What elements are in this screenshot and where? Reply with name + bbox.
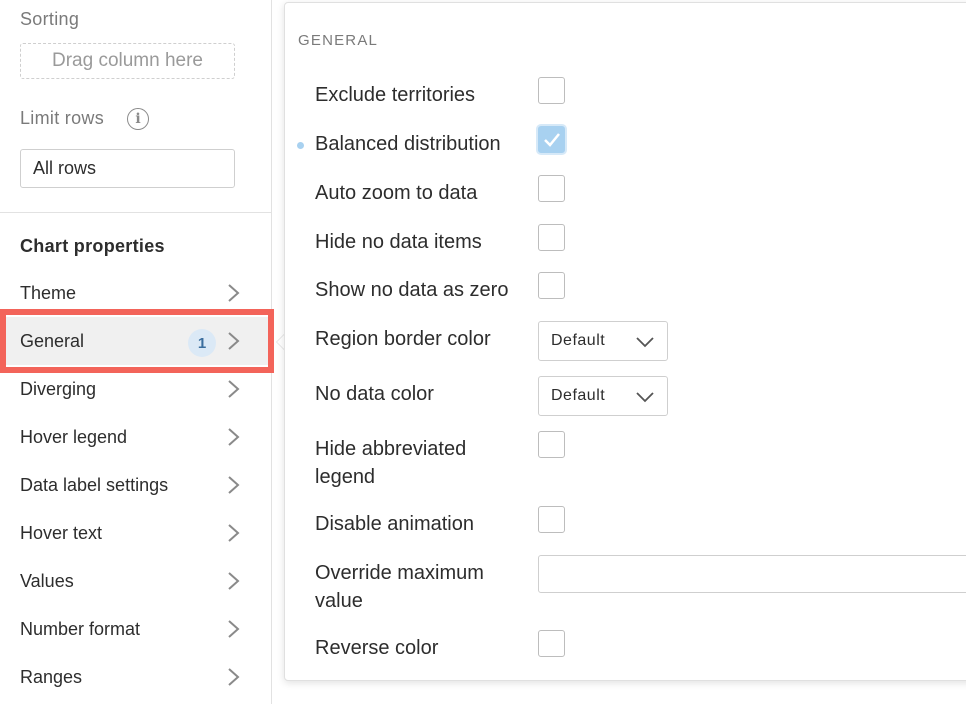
sidebar-item-label: Hover legend xyxy=(20,426,128,447)
chevron-right-icon xyxy=(228,332,240,350)
show-no-data-zero-checkbox[interactable] xyxy=(538,272,565,299)
sidebar-item-label: Number format xyxy=(20,618,141,639)
limit-rows-value: All rows xyxy=(33,158,97,178)
sidebar-item-label: Hover text xyxy=(20,522,103,543)
balanced-distribution-label: Balanced distribution xyxy=(315,133,501,155)
dropdown-value: Default xyxy=(551,387,606,404)
sorting-placeholder: Drag column here xyxy=(51,50,204,71)
hide-abbreviated-legend-label: Hide abbreviated legend xyxy=(315,438,467,488)
sidebar-item-label: Ranges xyxy=(20,666,83,687)
chevron-right-icon xyxy=(228,284,240,302)
auto-zoom-label: Auto zoom to data xyxy=(315,182,478,204)
auto-zoom-checkbox[interactable] xyxy=(538,175,565,202)
no-data-color-dropdown[interactable]: Default xyxy=(538,376,668,416)
sidebar-item-label: Data label settings xyxy=(20,474,169,495)
sorting-title: Sorting xyxy=(20,9,80,29)
chevron-right-icon xyxy=(228,524,240,542)
chevron-right-icon xyxy=(228,620,240,638)
sidebar-item-label: Theme xyxy=(20,282,77,303)
chevron-right-icon xyxy=(228,380,240,398)
modified-indicator xyxy=(297,142,304,149)
sidebar-item-label: Diverging xyxy=(20,378,97,399)
chevron-right-icon xyxy=(228,572,240,590)
hide-no-data-checkbox[interactable] xyxy=(538,224,565,251)
sidebar-item-number-format[interactable]: Number format xyxy=(0,605,271,653)
disable-animation-label: Disable animation xyxy=(315,513,474,535)
reverse-color-label: Reverse color xyxy=(315,637,439,659)
hide-abbreviated-legend-checkbox[interactable] xyxy=(538,431,565,458)
exclude-territories-checkbox[interactable] xyxy=(538,77,565,104)
show-no-data-zero-label: Show no data as zero xyxy=(315,279,509,301)
chevron-right-icon xyxy=(228,476,240,494)
sidebar-item-hover-text[interactable]: Hover text xyxy=(0,509,271,557)
sidebar-item-label: Values xyxy=(20,570,74,591)
limit-rows-select[interactable]: All rows xyxy=(20,149,235,188)
sidebar-item-ranges[interactable]: Ranges xyxy=(0,653,271,701)
sidebar-item-general[interactable]: General 1 xyxy=(0,317,271,365)
disable-animation-checkbox[interactable] xyxy=(538,506,565,533)
region-border-color-label: Region border color xyxy=(315,328,491,350)
dropdown-value: Default xyxy=(551,332,606,349)
balanced-distribution-checkbox[interactable] xyxy=(538,126,565,153)
sidebar-item-diverging[interactable]: Diverging xyxy=(0,365,271,413)
exclude-territories-label: Exclude territories xyxy=(315,84,476,106)
reverse-color-checkbox[interactable] xyxy=(538,630,565,657)
region-border-color-dropdown[interactable]: Default xyxy=(538,321,668,361)
override-max-label: Override maximum value xyxy=(315,562,484,612)
override-max-input[interactable] xyxy=(538,555,966,593)
chevron-down-icon xyxy=(636,392,654,403)
chart-properties-menu: Theme General 1 Diverging Hover legend D… xyxy=(0,269,271,701)
chevron-right-icon xyxy=(228,428,240,446)
chevron-right-icon xyxy=(228,668,240,686)
chart-properties-title: Chart properties xyxy=(20,236,165,256)
hide-no-data-label: Hide no data items xyxy=(315,231,482,253)
sidebar-item-theme[interactable]: Theme xyxy=(0,269,271,317)
sorting-drop-zone[interactable]: Drag column here xyxy=(20,43,235,79)
sidebar-item-hover-legend[interactable]: Hover legend xyxy=(0,413,271,461)
sidebar-item-label: General xyxy=(20,330,85,351)
chevron-down-icon xyxy=(636,337,654,348)
sidebar-item-values[interactable]: Values xyxy=(0,557,271,605)
sidebar-item-data-label-settings[interactable]: Data label settings xyxy=(0,461,271,509)
info-icon[interactable]: i xyxy=(127,108,149,130)
count-badge: 1 xyxy=(188,329,216,357)
check-icon xyxy=(544,133,560,147)
limit-rows-title: Limit rows xyxy=(20,108,105,128)
group-label: GENERAL xyxy=(298,32,379,49)
general-settings-popup: GENERAL Exclude territories Balanced dis… xyxy=(284,2,966,681)
sidebar: Sorting Drag column here Limit rows i Al… xyxy=(0,0,272,704)
no-data-color-label: No data color xyxy=(315,383,434,405)
divider xyxy=(0,212,271,213)
